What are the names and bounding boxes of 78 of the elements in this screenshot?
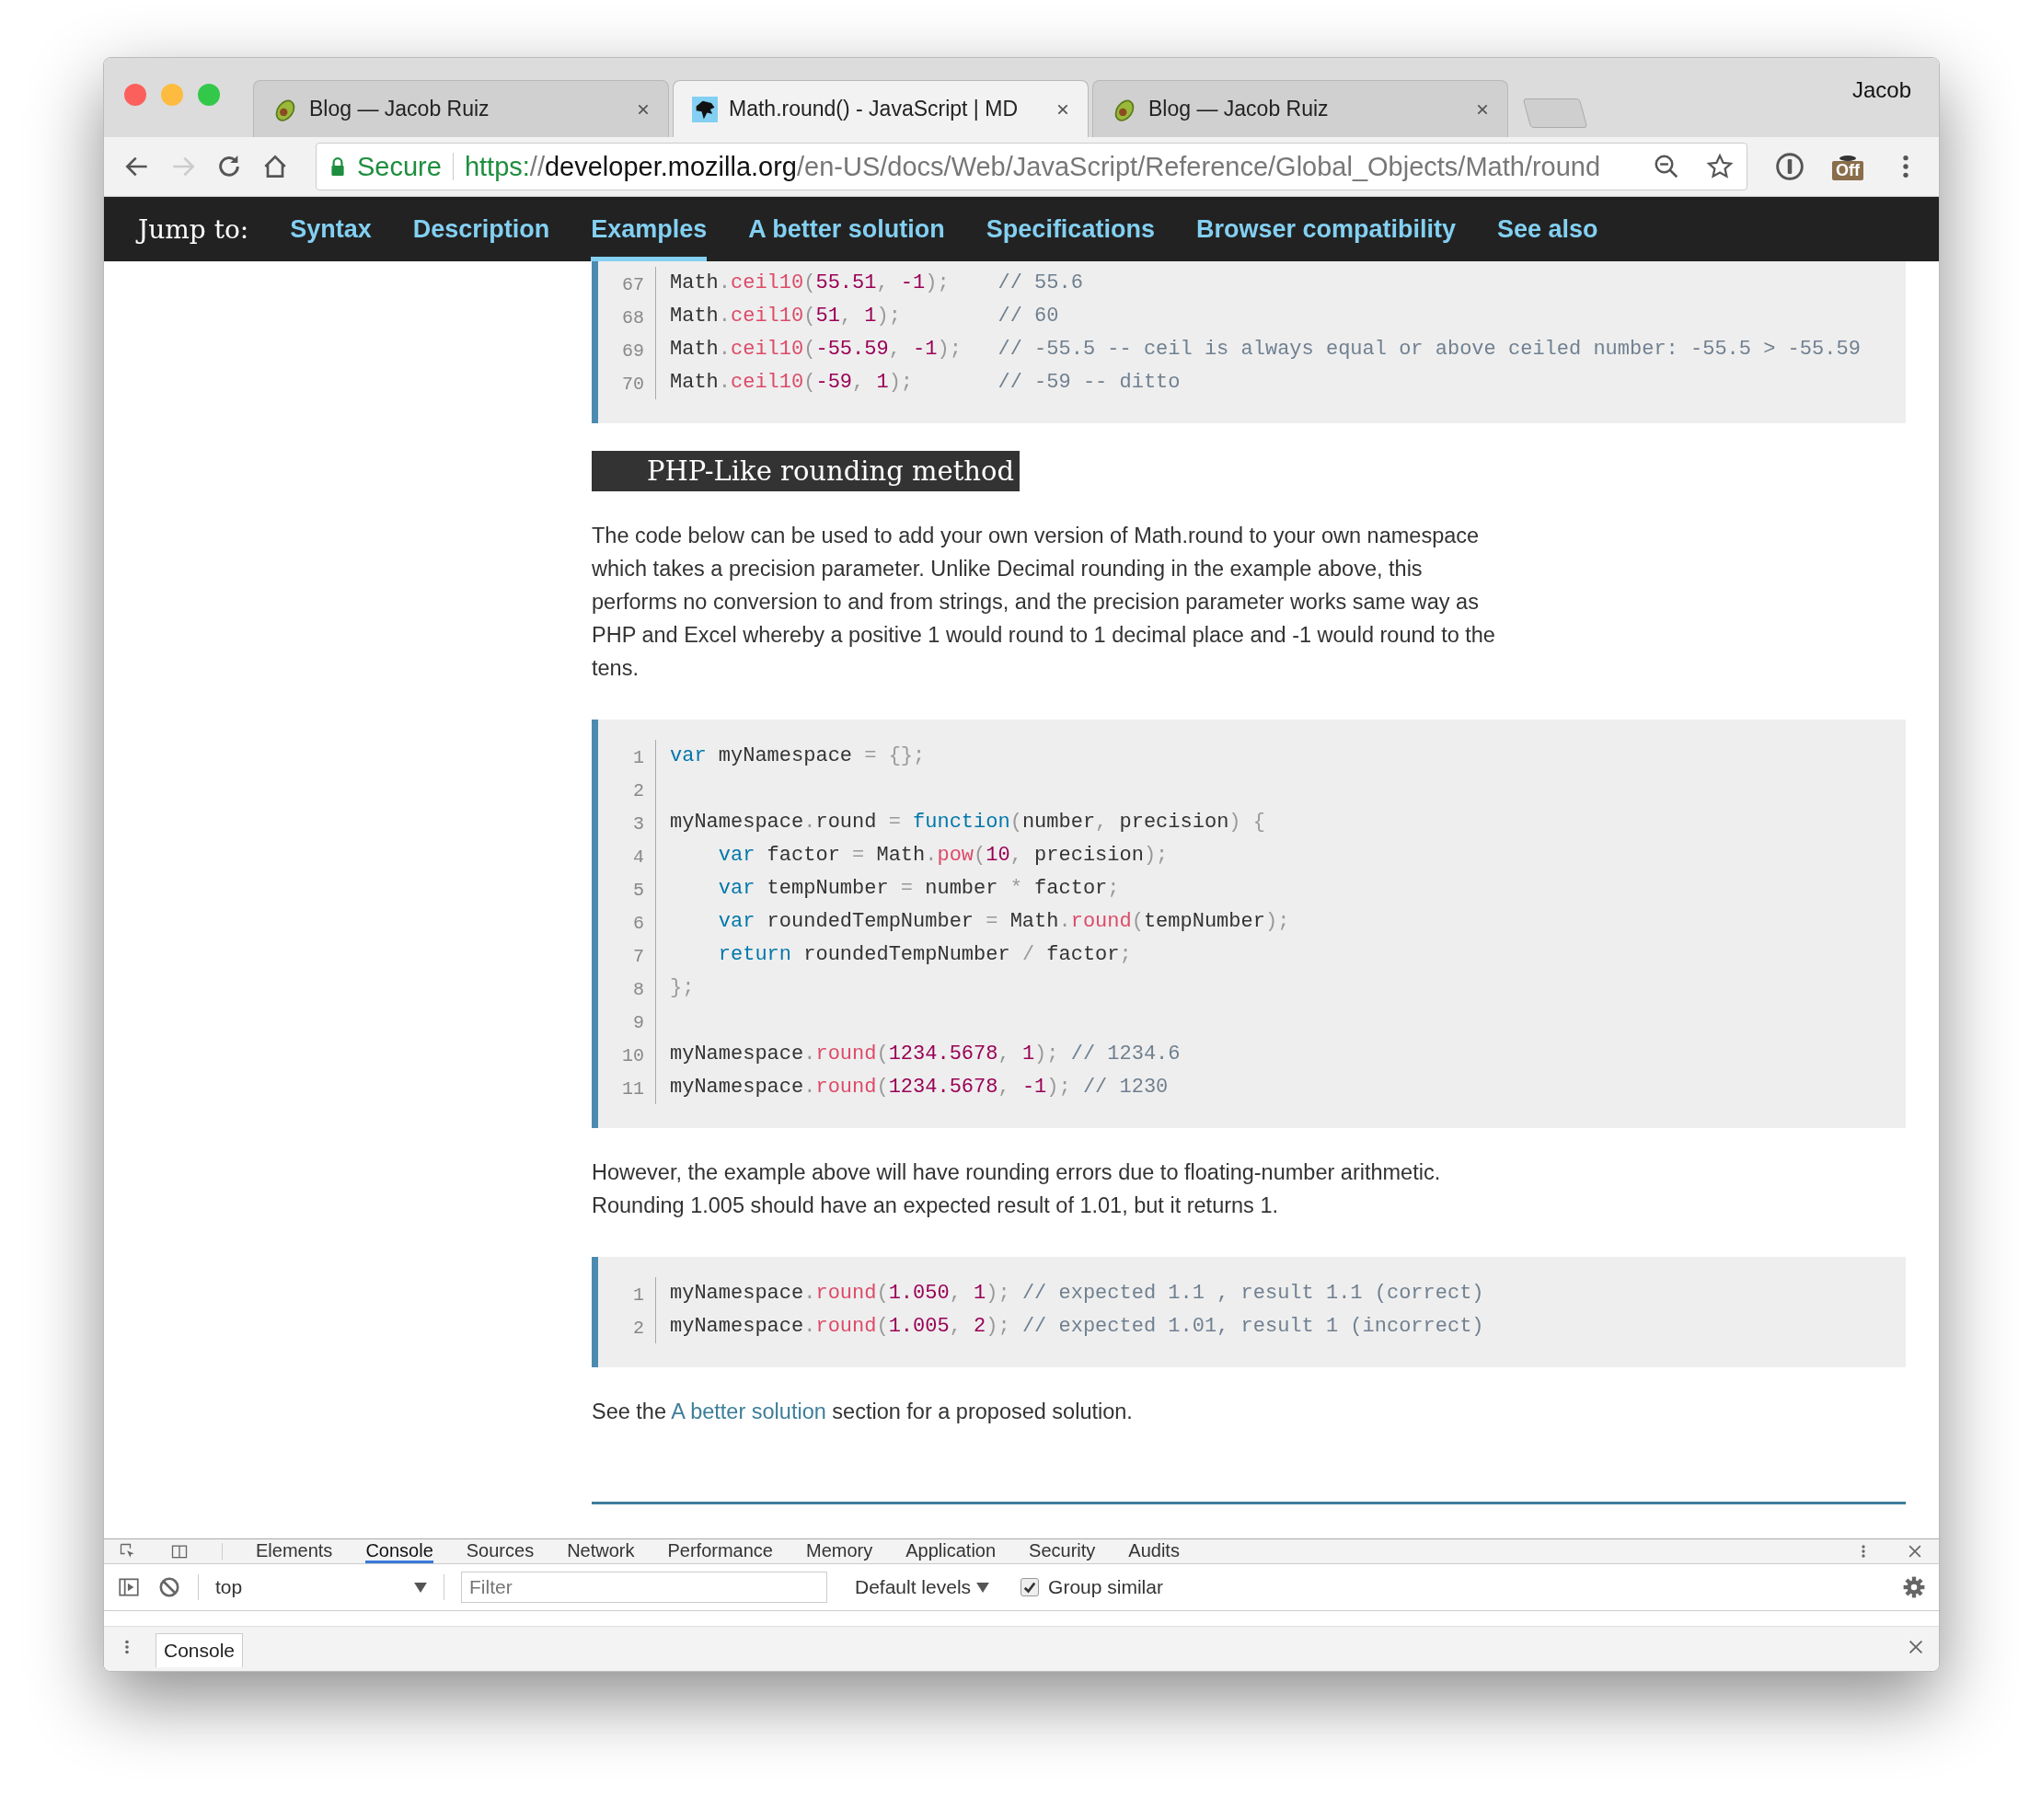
dropdown-caret-icon	[414, 1582, 427, 1593]
devtools-tab[interactable]: Network	[567, 1539, 635, 1563]
close-tab-icon[interactable]	[1056, 102, 1069, 116]
inspect-icon[interactable]	[119, 1542, 137, 1561]
code-line: var roundedTempNumber = Math.round(tempNumber);	[717, 909, 1290, 935]
line-number: 69	[621, 340, 644, 363]
secure-label: Secure	[357, 151, 442, 182]
paragraph: See the A better solution section for a proposed solution.	[592, 1399, 1134, 1425]
password-manager-icon[interactable]	[1775, 152, 1805, 181]
devtools-tab[interactable]: Sources	[466, 1539, 535, 1563]
code-line: myNamespace.round(1234.5678, 1); // 1234.6	[670, 1042, 1182, 1067]
devtools-tab[interactable]: Audits	[1128, 1539, 1180, 1563]
devtools-tab[interactable]: Elements	[256, 1539, 333, 1563]
section-link[interactable]: See also	[1497, 197, 1598, 261]
section-heading: PHP-Like rounding method	[592, 451, 1020, 491]
paragraph: However, the example above will have rounding errors due to floating-number arithmetic. Rounding 1.005 should have an expected result of 1.01, but it returns 1.	[592, 1159, 1442, 1219]
code-line: myNamespace.round(1234.5678, -1); // 1230	[670, 1075, 1170, 1100]
settings-icon[interactable]	[1902, 1575, 1926, 1599]
line-number: 7	[632, 945, 644, 969]
line-number: 1	[632, 746, 644, 770]
line-number: 1	[632, 1284, 644, 1307]
code-line: Math.ceil10(55.51, -1); // 55.6	[670, 271, 1084, 296]
browser-tab[interactable]: Blog — Jacob Ruiz	[253, 80, 669, 137]
sidebar-toggle-icon[interactable]	[117, 1575, 141, 1599]
code-line: return roundedTempNumber / factor;	[717, 942, 1133, 968]
devtools-tab[interactable]: Performance	[667, 1539, 773, 1563]
section-link[interactable]: A better solution	[748, 197, 945, 261]
line-number: 3	[632, 812, 644, 836]
line-number: 4	[632, 846, 644, 870]
dinosaur-head-icon	[692, 96, 718, 122]
section-link[interactable]: Browser compatibility	[1195, 197, 1456, 261]
address-bar[interactable]: Secure https://developer.mozilla.org/en-US/docs/Web/JavaScript/Reference/Global_Objects/Math/round	[316, 143, 1747, 190]
profile-name[interactable]: Jacob	[1851, 77, 1911, 103]
code-line: Math.ceil10(-59, 1); // -59 -- ditto	[670, 370, 1182, 396]
context-select[interactable]: top	[215, 1576, 427, 1598]
code-line: myNamespace.round(1.050, 1); // expected 1.1 , result 1.1 (correct)	[670, 1281, 1484, 1307]
filter-field[interactable]: Filter	[461, 1572, 827, 1603]
line-number: 9	[632, 1011, 644, 1035]
star-icon[interactable]	[1706, 153, 1734, 180]
checkbox-label: Group similar	[1048, 1576, 1163, 1598]
code-line: myNamespace.round = function(number, precision) {	[670, 810, 1266, 835]
lock-icon	[329, 156, 346, 177]
code-line: };	[670, 975, 696, 1001]
clear-console-icon[interactable]	[157, 1575, 181, 1599]
line-number: 67	[621, 273, 644, 297]
devtools-tab[interactable]: Application	[905, 1539, 997, 1563]
browser-tab[interactable]: Math.round() - JavaScript | MD	[673, 80, 1089, 137]
url-text: https://developer.mozilla.org/en-US/docs/Web/JavaScript/Reference/Global_Objects/Math/round	[464, 151, 1601, 182]
code-line: var factor = Math.pow(10, precision);	[717, 843, 1170, 869]
paragraph: The code below can be used to add your own version of Math.round to your own namespace which takes a precision parameter. Unlike Decimal rounding in the example above, this performs no conversion to and from strings, and the precision parameter works same way as PHP and Excel whereby a positive 1 would round to 1 decimal place and -1 would round to the tens.	[592, 523, 1496, 682]
section-link[interactable]: Description	[412, 197, 550, 261]
line-number: 70	[621, 373, 644, 397]
line-number: 2	[632, 779, 644, 803]
line-number: 5	[632, 879, 644, 903]
line-number: 10	[621, 1044, 644, 1068]
line-number: 8	[632, 978, 644, 1002]
browser-tab[interactable]: Blog — Jacob Ruiz	[1092, 80, 1508, 137]
line-number: 6	[632, 912, 644, 936]
line-number: 2	[632, 1317, 644, 1341]
code-line: Math.ceil10(51, 1); // 60	[670, 304, 1060, 329]
devtools-tab[interactable]: Security	[1029, 1539, 1096, 1563]
close-tab-icon[interactable]	[1476, 102, 1489, 116]
checkbox[interactable]	[1020, 1578, 1040, 1596]
zoom-out-icon[interactable]	[1653, 153, 1680, 180]
dropdown-caret-icon	[976, 1582, 990, 1593]
code-line: myNamespace.round(1.005, 2); // expected 1.01, result 1 (incorrect)	[670, 1314, 1484, 1340]
close-tab-icon[interactable]	[637, 102, 650, 116]
section-link[interactable]: Specifications	[986, 197, 1155, 261]
code-line: Math.ceil10(-55.59, -1); // -55.5 -- ceil is always equal or above ceiled number: -55.5 > -55.59	[670, 337, 1861, 363]
code-line: var tempNumber = number * factor;	[717, 876, 1121, 902]
line-number: 11	[621, 1077, 644, 1101]
section-link[interactable]: Syntax	[290, 197, 372, 261]
code-line: var myNamespace = {};	[670, 743, 927, 769]
drawer-tab[interactable]: Console	[156, 1633, 244, 1667]
line-number: 68	[621, 306, 644, 330]
section-link[interactable]: A better solution	[671, 1400, 826, 1423]
log-levels-dropdown[interactable]: Default levels	[855, 1576, 990, 1598]
devtools-tab[interactable]: Memory	[806, 1539, 873, 1563]
